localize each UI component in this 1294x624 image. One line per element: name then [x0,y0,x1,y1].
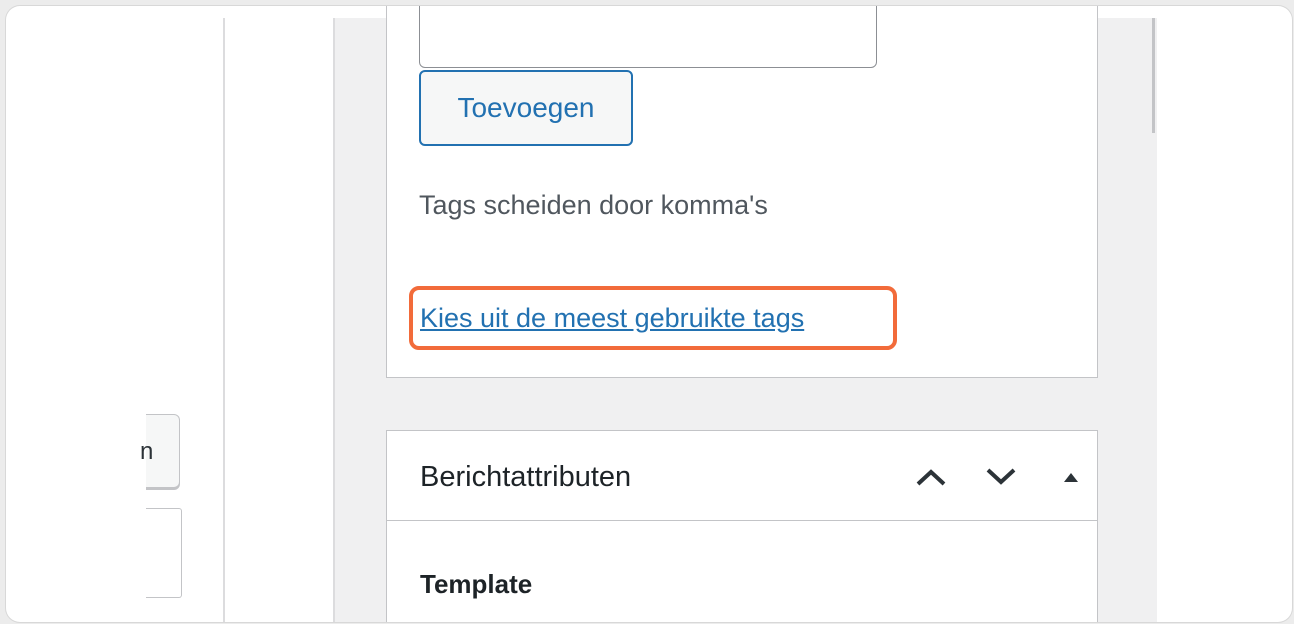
chevron-down-icon [986,468,1016,485]
partial-button-label: n [140,438,154,465]
tags-panel: Toevoegen Tags scheiden door komma's Kie… [386,6,1098,378]
add-tag-button[interactable]: Toevoegen [419,70,633,146]
partial-action-button[interactable]: n [140,414,180,488]
chevron-up-icon [916,469,946,486]
tags-help-text: Tags scheiden door komma's [419,190,768,220]
template-label: Template [420,569,533,599]
column-divider [223,18,225,622]
most-used-tags-link[interactable]: Kies uit de meest gebruikte tags [420,303,804,334]
post-attributes-panel: Berichtattributen Template [386,430,1098,622]
sidebar-scrollbar[interactable] [1152,18,1155,133]
tag-input[interactable] [419,6,877,68]
move-down-button[interactable] [981,457,1021,497]
triangle-up-icon [1064,473,1078,482]
post-attributes-header: Berichtattributen [387,431,1097,521]
post-attributes-title: Berichtattributen [420,461,632,493]
add-tag-button-label: Toevoegen [457,92,595,123]
partial-input-field[interactable] [146,508,182,598]
toggle-panel-button[interactable] [1051,457,1091,497]
move-up-button[interactable] [911,457,951,497]
screenshot-frame: n Toevoegen Tags scheiden door komma's K… [6,6,1292,622]
